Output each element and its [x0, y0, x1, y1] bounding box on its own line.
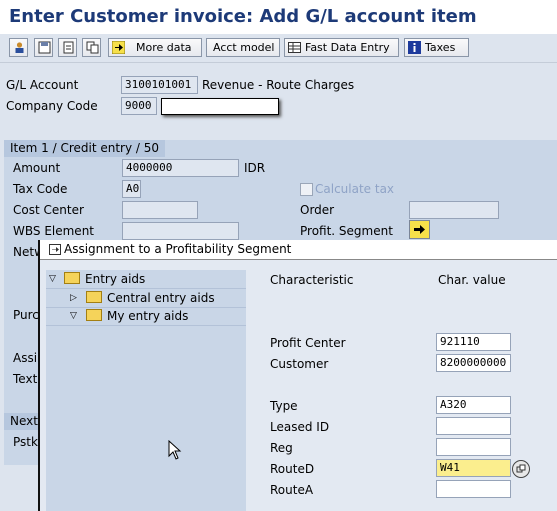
wbs-element-label: WBS Element	[13, 224, 94, 238]
title-bar: Enter Customer invoice: Add G/L account …	[0, 0, 557, 34]
tax-code-field[interactable]: A0	[122, 180, 141, 198]
route-d-label: RouteD	[270, 462, 315, 476]
folder-icon	[86, 291, 102, 303]
company-code-label: Company Code	[6, 99, 98, 113]
profit-center-label: Profit Center	[270, 336, 346, 350]
route-d-field[interactable]: W41	[436, 459, 511, 477]
document-icon-button[interactable]	[58, 38, 77, 57]
expand-down-icon[interactable]: ▽	[70, 307, 77, 325]
tree-node-my-entry-aids[interactable]: ▽ My entry aids	[46, 307, 246, 326]
item-panel-title: Item 1 / Credit entry / 50	[4, 140, 166, 157]
profit-center-field[interactable]: 921110	[436, 333, 511, 351]
tree-node-entry-aids[interactable]: ▽ Entry aids	[46, 270, 246, 289]
dialog-title: Assignment to a Profitability Segment	[64, 242, 292, 256]
document-icon	[63, 41, 74, 54]
amount-field[interactable]: 4000000	[122, 159, 239, 177]
leased-id-field[interactable]	[436, 417, 511, 435]
expand-right-icon[interactable]: ▷	[70, 289, 77, 307]
company-code-field: 9000	[121, 97, 157, 115]
text-label: Text	[13, 372, 38, 386]
gl-account-field: 3100101001	[121, 76, 198, 94]
expand-down-icon[interactable]: ▽	[49, 270, 56, 288]
value-help-icon	[516, 464, 526, 473]
calculate-tax-checkbox[interactable]	[300, 183, 313, 196]
tree-label: Central entry aids	[107, 291, 215, 305]
wbs-element-field[interactable]	[122, 222, 239, 240]
assignment-label-partial: Assi	[13, 351, 38, 365]
route-a-label: RouteA	[270, 483, 314, 497]
mouse-cursor-icon	[168, 440, 182, 460]
dialog-title-bar: Assignment to a Profitability Segment	[40, 240, 557, 260]
customer-label: Customer	[270, 357, 329, 371]
currency-label: IDR	[244, 161, 266, 175]
person-icon	[15, 42, 24, 53]
arrow-right-icon	[112, 41, 125, 54]
arrow-right-icon	[414, 225, 425, 234]
save-icon-button[interactable]	[34, 38, 53, 57]
gl-account-text: Revenue - Route Charges	[202, 78, 355, 92]
info-icon	[408, 41, 421, 54]
fast-data-entry-button[interactable]: Fast Data Entry	[284, 38, 399, 57]
folder-open-icon	[86, 309, 102, 321]
folder-open-icon	[64, 272, 80, 284]
type-label: Type	[270, 399, 298, 413]
route-a-field[interactable]	[436, 480, 511, 498]
tree-label: Entry aids	[85, 272, 146, 286]
cost-center-label: Cost Center	[13, 203, 84, 217]
copy-icon	[86, 41, 99, 54]
profitability-segment-dialog: Assignment to a Profitability Segment ▽ …	[38, 240, 557, 511]
redacted-company-name	[161, 98, 279, 115]
more-data-label: More data	[136, 41, 192, 54]
tree-node-central-entry-aids[interactable]: ▷ Central entry aids	[46, 289, 246, 308]
cost-center-field[interactable]	[122, 201, 198, 219]
person-icon-button[interactable]	[9, 38, 28, 57]
table-icon	[288, 42, 301, 53]
page-title: Enter Customer invoice: Add G/L account …	[9, 6, 477, 27]
posting-key-label-partial: Pstk	[13, 435, 38, 449]
tree-label: My entry aids	[107, 309, 189, 323]
leased-id-label: Leased ID	[270, 420, 330, 434]
acct-model-label: Acct model	[213, 41, 275, 54]
application-toolbar: More data Acct model Fast Data Entry Tax…	[0, 34, 557, 63]
char-value-column-header: Char. value	[438, 273, 506, 287]
type-field[interactable]: A320	[436, 396, 511, 414]
order-field[interactable]	[409, 201, 499, 219]
gl-account-label: G/L Account	[6, 78, 79, 92]
taxes-label: Taxes	[425, 41, 456, 54]
copy-icon-button[interactable]	[82, 38, 101, 57]
amount-label: Amount	[13, 161, 61, 175]
entry-aids-tree: ▽ Entry aids ▷ Central entry aids ▽ My e…	[46, 270, 246, 511]
profit-segment-button[interactable]	[409, 220, 430, 239]
reg-label: Reg	[270, 441, 293, 455]
tax-code-label: Tax Code	[13, 182, 68, 196]
purchasing-label-partial: Purc	[13, 308, 39, 322]
document-save-icon	[38, 41, 51, 54]
dialog-icon	[49, 244, 61, 255]
acct-model-button[interactable]: Acct model	[206, 38, 280, 57]
reg-field[interactable]	[436, 438, 511, 456]
order-label: Order	[300, 203, 335, 217]
profit-segment-label: Profit. Segment	[300, 224, 393, 238]
customer-field[interactable]: 8200000000	[436, 354, 511, 372]
characteristic-column-header: Characteristic	[270, 273, 354, 287]
route-d-value-help-button[interactable]	[512, 460, 530, 478]
fast-data-entry-label: Fast Data Entry	[305, 41, 390, 54]
calculate-tax-label: Calculate tax	[315, 182, 395, 196]
more-data-button[interactable]: More data	[108, 38, 202, 57]
taxes-button[interactable]: Taxes	[404, 38, 469, 57]
